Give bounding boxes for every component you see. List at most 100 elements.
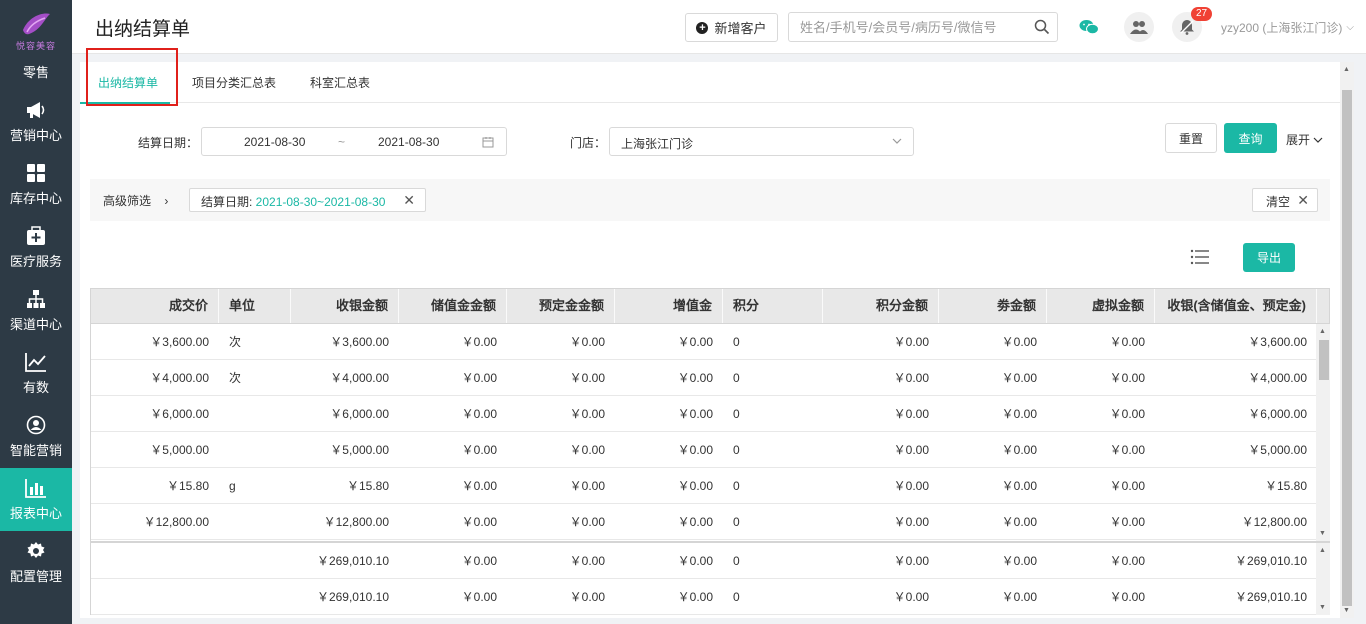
logo-text: 悦容美容 (15, 41, 56, 51)
column-header[interactable]: 增值金 (615, 289, 723, 323)
table-cell: ￥0.00 (893, 515, 929, 529)
table-row[interactable]: ￥12,800.00 ￥12,800.00 ￥0.00 ￥0.00 ￥0.00 0 ￥0.0… (91, 504, 1330, 540)
add-customer-button[interactable]: + 新增客户 (685, 13, 778, 42)
table-cell: ￥0.00 (1109, 590, 1145, 604)
table-cell: ￥0.00 (1109, 407, 1145, 421)
table-cell: ￥3,600.00 (150, 335, 209, 349)
table-row[interactable]: ￥3,600.00 次 ￥3,600.00 ￥0.00 ￥0.00 ￥0.00 0 ￥0.00… (91, 324, 1330, 360)
column-header[interactable]: 预定金金额 (507, 289, 615, 323)
date-range-picker[interactable]: 2021-08-30 ~ 2021-08-30 (201, 127, 507, 156)
export-button[interactable]: 导出 (1243, 243, 1295, 272)
megaphone-icon (25, 99, 47, 121)
table-cell: ￥6,000.00 (1248, 407, 1307, 421)
table-cell: 0 (733, 371, 740, 385)
scroll-down-icon[interactable]: ▼ (1319, 530, 1326, 537)
query-button[interactable]: 查询 (1224, 123, 1277, 153)
table-cell (219, 579, 291, 614)
advanced-filter-bar: 高级筛选 › 结算日期: 2021-08-30~2021-08-30 ✕ 清空 … (90, 179, 1330, 221)
table-cell: 0 (733, 590, 740, 604)
summary-scrollbar[interactable]: ▲ ▼ (1316, 543, 1330, 615)
tab-item-category-summary[interactable]: 项目分类汇总表 (192, 74, 276, 91)
notification-bell-icon[interactable]: 27 (1172, 7, 1213, 42)
summary-row[interactable]: ￥269,010.10 ￥0.00 ￥0.00 ￥0.00 0 ￥0.00 ￥0.00 ￥0.… (91, 579, 1330, 615)
table-cell: ￥0.00 (677, 407, 713, 421)
column-header[interactable]: 收银(含储值金、预定金) (1155, 289, 1317, 323)
scroll-thumb[interactable] (1342, 90, 1352, 606)
advanced-filter-toggle[interactable]: 高级筛选 › (103, 192, 168, 209)
column-header[interactable]: 劵金额 (939, 289, 1047, 323)
date-separator: ~ (338, 135, 346, 149)
sidebar-item-reports[interactable]: 报表中心 (0, 468, 72, 531)
summary-row[interactable]: ￥269,010.10 ￥0.00 ￥0.00 ￥0.00 0 ￥0.00 ￥0.00 ￥0.… (91, 543, 1330, 579)
table-cell: 0 (733, 515, 740, 529)
sidebar-item-channel[interactable]: 渠道中心 (0, 279, 72, 342)
column-header[interactable]: 积分金额 (823, 289, 939, 323)
sidebar-item-label: 零售 (22, 65, 49, 80)
search-icon[interactable] (1034, 19, 1050, 35)
table-cell: ￥269,010.10 (1234, 554, 1307, 568)
scroll-down-icon[interactable]: ▼ (1343, 607, 1350, 614)
table-cell: ￥0.00 (461, 590, 497, 604)
sidebar-item-inventory[interactable]: 库存中心 (0, 153, 72, 216)
scroll-down-icon[interactable]: ▼ (1319, 604, 1326, 611)
table-cell: ￥15.80 (1264, 479, 1307, 493)
sidebar-item-data[interactable]: 有数 (0, 342, 72, 405)
table-cell: ￥0.00 (461, 479, 497, 493)
table-cell: 0 (733, 554, 740, 568)
table-cell: ￥0.00 (569, 515, 605, 529)
clear-filters-button[interactable]: 清空 ✕ (1252, 188, 1318, 212)
sidebar-item-label: 配置管理 (9, 569, 62, 584)
table-cell: 0 (733, 443, 740, 457)
scroll-up-icon[interactable]: ▲ (1319, 547, 1326, 554)
clear-label: 清空 (1266, 195, 1291, 209)
scroll-up-icon[interactable]: ▲ (1343, 66, 1350, 73)
table-cell: 0 (733, 407, 740, 421)
column-header[interactable]: 成交价 (91, 289, 219, 323)
table-cell: ￥0.00 (1109, 515, 1145, 529)
table-header: 成交价 单位 收银金额 储值金金额 预定金金额 增值金 积分 积分金额 劵金额 … (90, 288, 1330, 324)
store-select[interactable]: 上海张江门诊 (609, 127, 914, 156)
table-cell: ￥15.80 (166, 479, 209, 493)
table-cell: ￥269,010.10 (316, 590, 389, 604)
tab-department-summary[interactable]: 科室汇总表 (310, 74, 370, 91)
table-row[interactable]: ￥6,000.00 ￥6,000.00 ￥0.00 ￥0.00 ￥0.00 0 ￥0.00 ￥… (91, 396, 1330, 432)
column-header[interactable]: 储值金金额 (399, 289, 507, 323)
table-row[interactable]: ￥5,000.00 ￥5,000.00 ￥0.00 ￥0.00 ￥0.00 0 ￥0.00 ￥… (91, 432, 1330, 468)
column-header[interactable]: 积分 (723, 289, 823, 323)
store-value: 上海张江门诊 (621, 137, 694, 151)
chevron-down-icon: ⌵ (1346, 22, 1354, 33)
table-cell (219, 396, 291, 431)
team-icon[interactable] (1124, 12, 1154, 42)
table-scrollbar[interactable]: ▲ ▼ (1316, 324, 1330, 541)
top-header: 出纳结算单 + 新增客户 27 yzy200 (上海张江门诊) ⌵ (72, 0, 1366, 54)
close-icon[interactable]: ✕ (403, 192, 415, 209)
table-cell: ￥0.00 (1001, 371, 1037, 385)
table-row[interactable]: ￥15.80 g ￥15.80 ￥0.00 ￥0.00 ￥0.00 0 ￥0.00 ￥0.00 ￥… (91, 468, 1330, 504)
sidebar-item-retail[interactable]: 零售 (0, 60, 72, 90)
column-header[interactable]: 收银金额 (291, 289, 399, 323)
table-cell: ￥5,000.00 (150, 443, 209, 457)
table-cell: ￥0.00 (569, 479, 605, 493)
column-settings-icon[interactable] (1190, 247, 1210, 267)
sidebar-item-smart-marketing[interactable]: 智能营销 (0, 405, 72, 468)
scroll-up-icon[interactable]: ▲ (1319, 328, 1326, 335)
table-cell: ￥0.00 (1001, 554, 1037, 568)
search-input[interactable] (789, 13, 1025, 41)
table-cell: ￥0.00 (893, 371, 929, 385)
chevron-down-icon (1313, 137, 1323, 143)
scroll-thumb[interactable] (1319, 340, 1329, 380)
table-cell: ￥0.00 (677, 479, 713, 493)
page-scrollbar[interactable]: ▲ ▼ (1340, 62, 1354, 618)
table-cell: ￥0.00 (677, 590, 713, 604)
table-row[interactable]: ￥4,000.00 次 ￥4,000.00 ￥0.00 ￥0.00 ￥0.00 0 ￥0.00… (91, 360, 1330, 396)
table-cell: ￥0.00 (893, 479, 929, 493)
expand-toggle[interactable]: 展开 (1286, 131, 1323, 148)
column-header[interactable]: 虚拟金额 (1047, 289, 1155, 323)
sidebar-item-settings[interactable]: 配置管理 (0, 531, 72, 594)
sidebar-item-medical[interactable]: 医疗服务 (0, 216, 72, 279)
reset-button[interactable]: 重置 (1165, 123, 1217, 153)
sidebar-item-marketing[interactable]: 营销中心 (0, 90, 72, 153)
column-header[interactable]: 单位 (219, 289, 291, 323)
user-menu[interactable]: yzy200 (上海张江门诊) ⌵ (1221, 19, 1354, 36)
wechat-icon[interactable] (1074, 12, 1104, 42)
